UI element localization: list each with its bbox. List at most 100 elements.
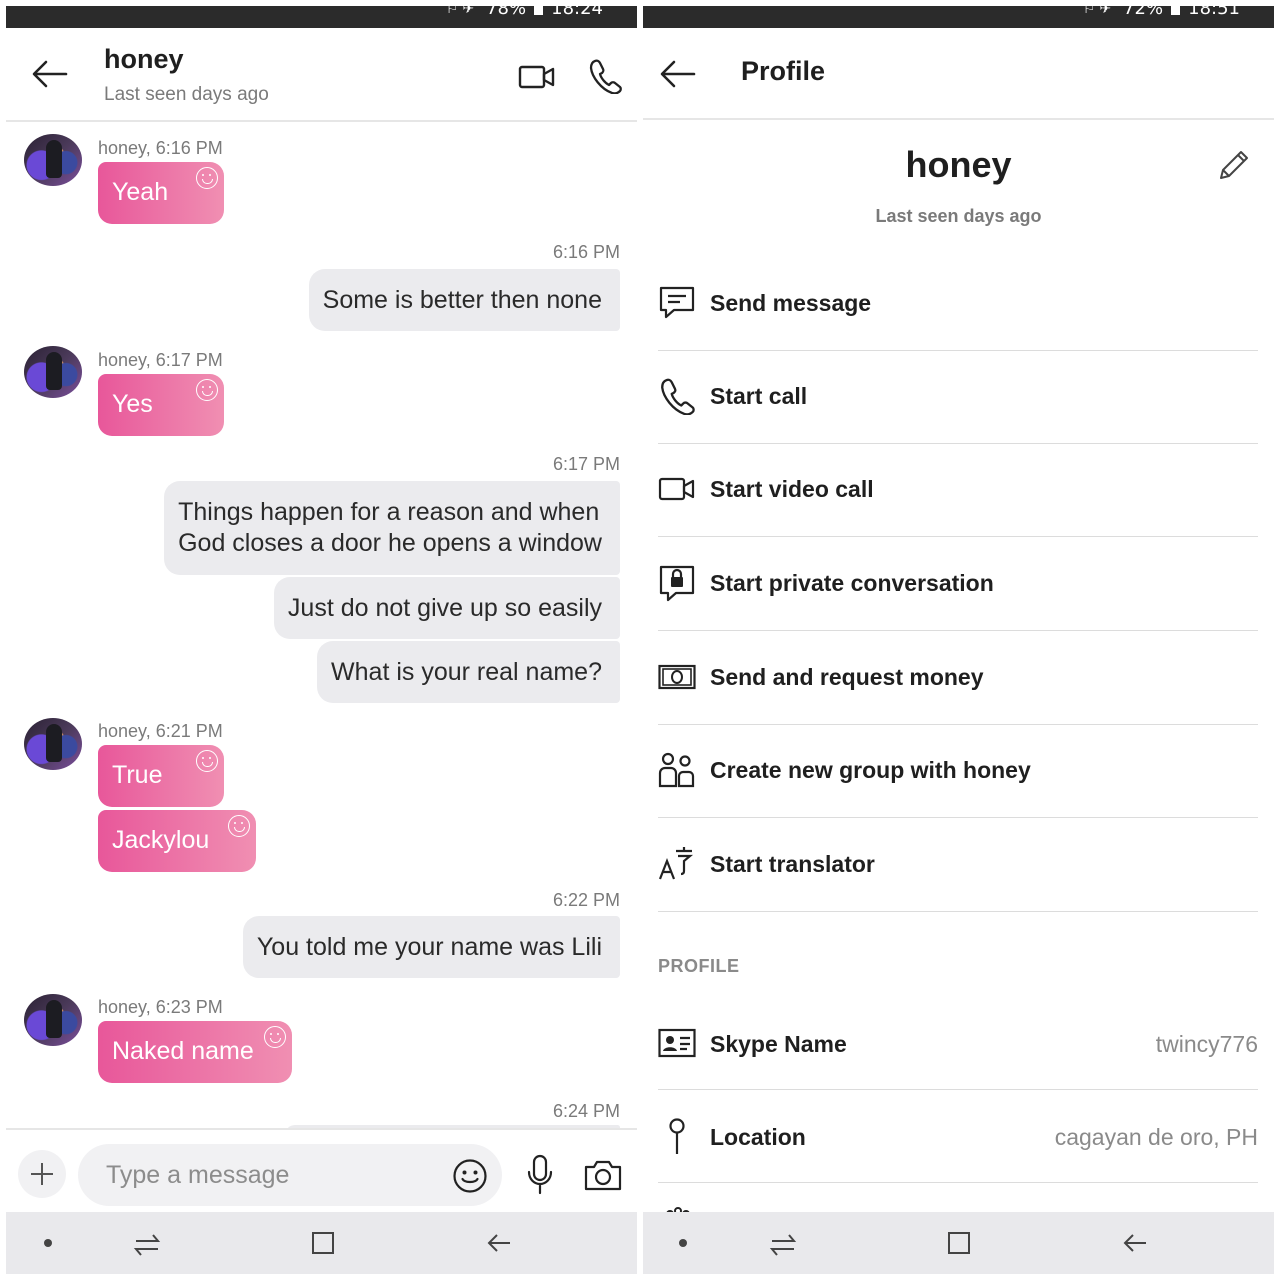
clock: 18:24 [551,6,603,19]
message-text: You told me your name was Lili [256,932,602,961]
message-text: Just do not give up so easily [287,593,602,622]
action-label: Create new group with honey [710,757,1031,783]
status-icons: ⚐✈ [1082,6,1116,17]
message-text: Some is better then none [322,285,602,314]
message-composer [6,1128,637,1218]
field-value: twincy776 [1155,1031,1258,1057]
nav-dot-icon[interactable] [44,1239,52,1247]
section-heading: PROFILE [658,956,740,976]
create-group-action[interactable]: Create new group with honey [658,725,1258,818]
message-time: 6:16 PM [552,242,620,262]
incoming-message[interactable]: Yeah [98,162,224,224]
incoming-message[interactable]: True [98,745,224,807]
avatar[interactable] [24,346,82,398]
last-seen-status: Last seen days ago [104,84,269,105]
message-time: 6:17 PM [552,454,620,474]
incoming-message[interactable]: Naked name [98,1021,292,1083]
add-attachment-button[interactable] [18,1150,66,1198]
profile-name: honey [905,144,1012,185]
recents-icon[interactable] [132,1230,162,1258]
back-nav-icon[interactable] [484,1229,514,1257]
microphone-icon[interactable] [524,1154,556,1196]
recents-icon[interactable] [768,1230,798,1258]
system-nav-bar [643,1212,1274,1274]
outgoing-message[interactable]: Things happen for a reason and when God … [164,481,620,575]
message-icon [658,284,696,322]
message-text: Jackylou [112,826,210,854]
outgoing-message[interactable]: What is your real name? [317,641,620,703]
skype-name-field[interactable]: Skype Name twincy776 [658,998,1258,1090]
battery-icon [534,6,544,15]
money-icon [658,658,696,696]
translator-icon [658,845,696,883]
location-field[interactable]: Location cagayan de oro, PH [658,1091,1258,1183]
phone-call-icon[interactable] [588,58,622,94]
message-time: 6:24 PM [552,1101,620,1121]
location-pin-icon [658,1117,696,1155]
action-label: Start private conversation [710,570,994,596]
profile-screen: ⚐✈ 72% 18:51 Profile honey Last seen day… [643,6,1274,1274]
battery-icon [1171,6,1181,15]
start-call-action[interactable]: Start call [658,351,1258,444]
field-label: Location [710,1124,806,1150]
outgoing-message[interactable]: Some is better then none [308,269,620,331]
chat-screen: ⚐✈ 78% 18:24 honey Last seen days ago ho… [6,6,637,1274]
back-arrow-icon[interactable] [658,54,698,94]
action-label: Start video call [710,476,874,502]
incoming-message[interactable]: Jackylou [98,810,256,872]
message-list[interactable]: honey, 6:16 PM Yeah 6:16 PM Some is bett… [6,124,637,1128]
home-icon[interactable] [309,1229,337,1257]
status-icons: ⚐✈ [445,6,479,17]
message-text: What is your real name? [331,657,602,686]
incoming-message[interactable]: Yes [98,374,224,436]
sender-line: honey, 6:17 PM [98,350,223,370]
emoji-icon[interactable] [452,1158,488,1194]
reaction-smiley-icon[interactable] [196,379,218,401]
action-label: Send message [710,290,872,316]
field-value: cagayan de oro, PH [1054,1124,1258,1150]
nav-dot-icon[interactable] [679,1239,687,1247]
back-nav-icon[interactable] [1120,1229,1150,1257]
group-icon [658,751,696,789]
message-text: True [112,761,163,789]
start-translator-action[interactable]: Start translator [658,819,1258,912]
action-label: Start call [710,383,808,409]
reaction-smiley-icon[interactable] [196,167,218,189]
avatar[interactable] [24,994,82,1046]
id-card-icon [658,1024,696,1062]
message-text: Yeah [112,178,169,206]
reaction-smiley-icon[interactable] [196,750,218,772]
reaction-smiley-icon[interactable] [264,1026,286,1048]
lock-chat-icon [658,564,696,602]
message-input[interactable] [78,1144,502,1206]
message-time: 6:22 PM [552,890,620,910]
avatar[interactable] [24,718,82,770]
message-text: Yes [112,390,153,418]
phone-icon [658,377,696,415]
back-arrow-icon[interactable] [30,54,70,94]
sender-line: honey, 6:21 PM [98,721,223,741]
system-nav-bar [6,1212,637,1274]
contact-name[interactable]: honey [104,44,184,75]
avatar[interactable] [24,134,82,186]
chat-header: honey Last seen days ago [6,28,637,122]
field-label: Skype Name [710,1031,847,1057]
outgoing-message[interactable]: You told me your name was Lili [242,916,620,978]
edit-pencil-icon[interactable] [1215,148,1251,184]
camera-icon[interactable] [583,1158,623,1192]
status-bar: ⚐✈ 72% 18:51 [643,6,1274,28]
video-icon [658,470,696,508]
reaction-smiley-icon[interactable] [228,815,250,837]
video-call-icon[interactable] [518,62,556,92]
outgoing-message[interactable]: Just do not give up so easily [273,577,620,639]
status-bar: ⚐✈ 78% 18:24 [6,6,637,28]
page-title: Profile [741,56,826,86]
start-private-conversation-action[interactable]: Start private conversation [658,538,1258,631]
home-icon[interactable] [945,1229,973,1257]
start-video-call-action[interactable]: Start video call [658,444,1258,537]
send-message-action[interactable]: Send message [658,258,1258,351]
message-text: Naked name [112,1037,254,1065]
battery-percent: 72% [1123,6,1164,19]
send-request-money-action[interactable]: Send and request money [658,632,1258,725]
profile-header: Profile [643,28,1274,120]
